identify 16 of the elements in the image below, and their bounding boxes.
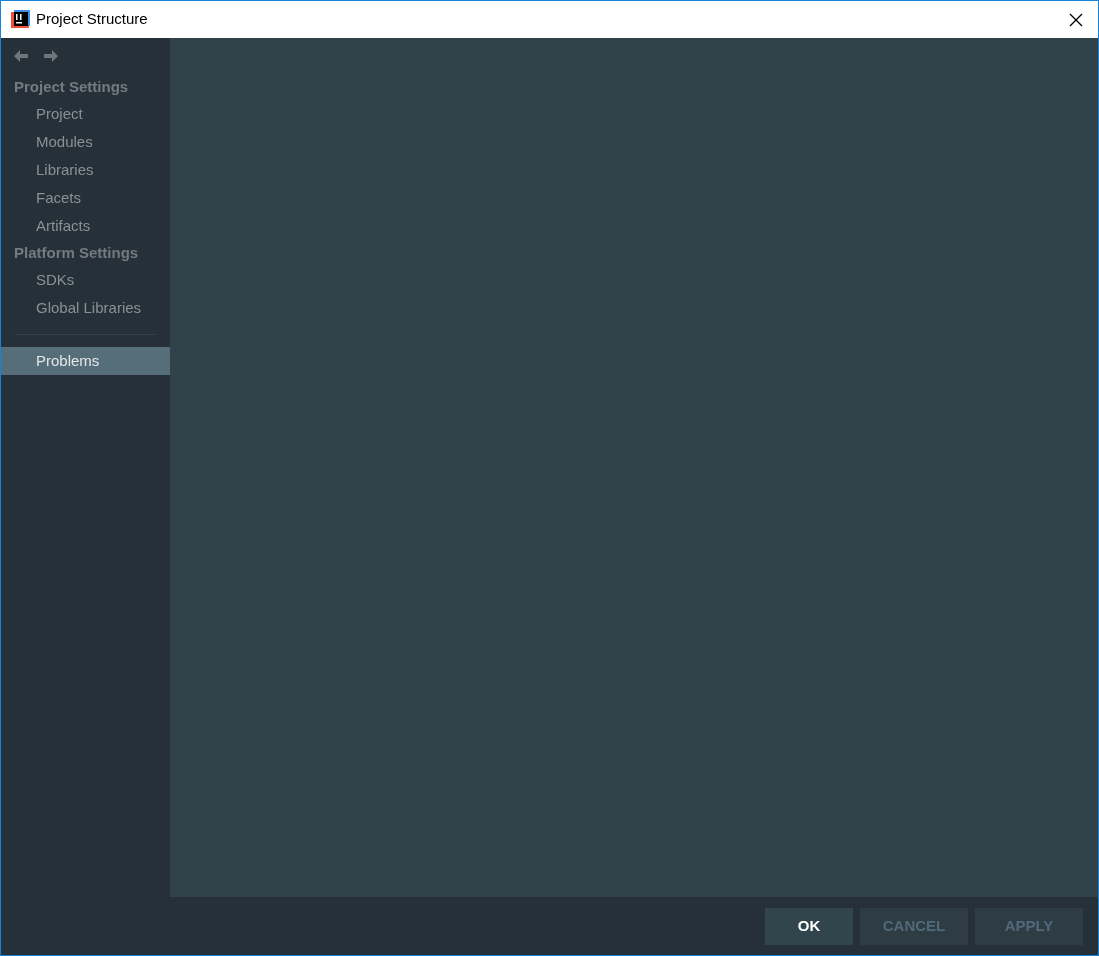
sidebar-item[interactable]: Libraries (1, 156, 170, 184)
sidebar-item[interactable]: Project (1, 100, 170, 128)
close-icon (1069, 12, 1083, 27)
sidebar-item[interactable]: Global Libraries (1, 294, 170, 322)
back-arrow-icon[interactable] (14, 50, 28, 62)
section-header: Platform Settings (13, 242, 140, 263)
section-header: Project Settings (13, 76, 130, 97)
window-title: Project Structure (36, 9, 148, 30)
app-logo-icon (11, 9, 31, 30)
dialog-button[interactable]: OK (765, 907, 853, 945)
sidebar-item[interactable]: Artifacts (1, 212, 170, 240)
sidebar-item[interactable]: Modules (1, 128, 170, 156)
sidebar-item[interactable]: SDKs (1, 266, 170, 294)
forward-arrow-icon[interactable] (44, 50, 58, 62)
sidebar-item[interactable]: Facets (1, 184, 170, 212)
sidebar-item[interactable]: Problems (1, 347, 170, 375)
